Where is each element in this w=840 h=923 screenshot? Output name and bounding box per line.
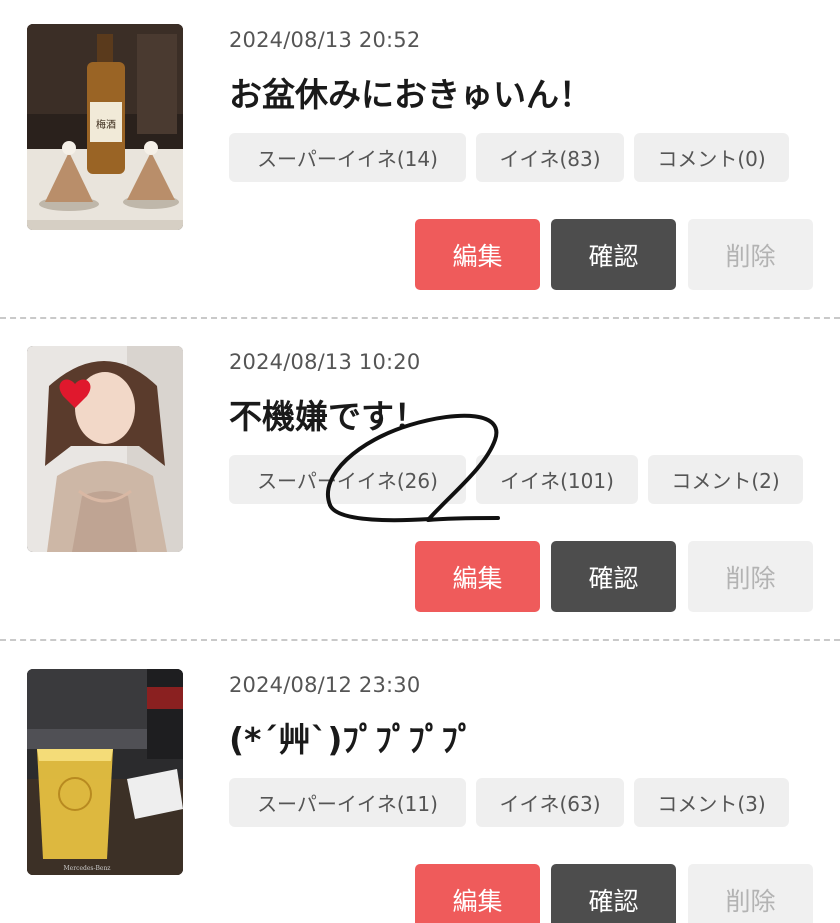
post-feed: 梅酒 2024/08/13 20:52 お盆休みにおきゅいん！ スーパーイイネ(… [0,0,840,923]
super-like-count[interactable]: スーパーイイネ(26) [229,455,466,504]
post-thumbnail[interactable]: 梅酒 [27,24,183,230]
post-date: 2024/08/13 10:20 [229,350,421,374]
super-like-count[interactable]: スーパーイイネ(11) [229,778,466,827]
post-divider [0,317,840,319]
post-photo-dessert: 梅酒 [27,24,183,230]
post-title[interactable]: 不機嫌です！ [229,390,427,438]
comment-count[interactable]: コメント(3) [634,778,789,827]
post-photo-drink: Mercedes-Benz [27,669,183,875]
bottle-label: 梅酒 [96,118,116,131]
post-thumbnail[interactable]: Mercedes-Benz [27,669,183,875]
delete-button[interactable]: 削除 [688,864,813,923]
post-item: 梅酒 2024/08/13 20:52 お盆休みにおきゅいん！ スーパーイイネ(… [0,24,840,324]
delete-button[interactable]: 削除 [688,219,813,290]
post-date: 2024/08/12 23:30 [229,673,421,697]
like-count[interactable]: イイネ(83) [476,133,624,182]
post-item: Mercedes-Benz 2024/08/12 23:30 (*´艸`)ﾌﾟﾌ… [0,669,840,923]
comment-count[interactable]: コメント(0) [634,133,789,182]
like-count[interactable]: イイネ(63) [476,778,624,827]
post-divider [0,639,840,641]
confirm-button[interactable]: 確認 [551,864,676,923]
post-item: 2024/08/13 10:20 不機嫌です！ スーパーイイネ(26) イイネ(… [0,346,840,646]
confirm-button[interactable]: 確認 [551,219,676,290]
post-title[interactable]: (*´艸`)ﾌﾟﾌﾟﾌﾟﾌﾟ [229,713,474,761]
delete-button[interactable]: 削除 [688,541,813,612]
post-photo-portrait [27,346,183,552]
confirm-button[interactable]: 確認 [551,541,676,612]
super-like-count[interactable]: スーパーイイネ(14) [229,133,466,182]
edit-button[interactable]: 編集 [415,541,540,612]
edit-button[interactable]: 編集 [415,864,540,923]
edit-button[interactable]: 編集 [415,219,540,290]
table-mat-label: Mercedes-Benz [64,865,111,872]
comment-count[interactable]: コメント(2) [648,455,803,504]
like-count[interactable]: イイネ(101) [476,455,638,504]
post-title[interactable]: お盆休みにおきゅいん！ [229,68,592,116]
post-thumbnail[interactable] [27,346,183,552]
post-date: 2024/08/13 20:52 [229,28,421,52]
